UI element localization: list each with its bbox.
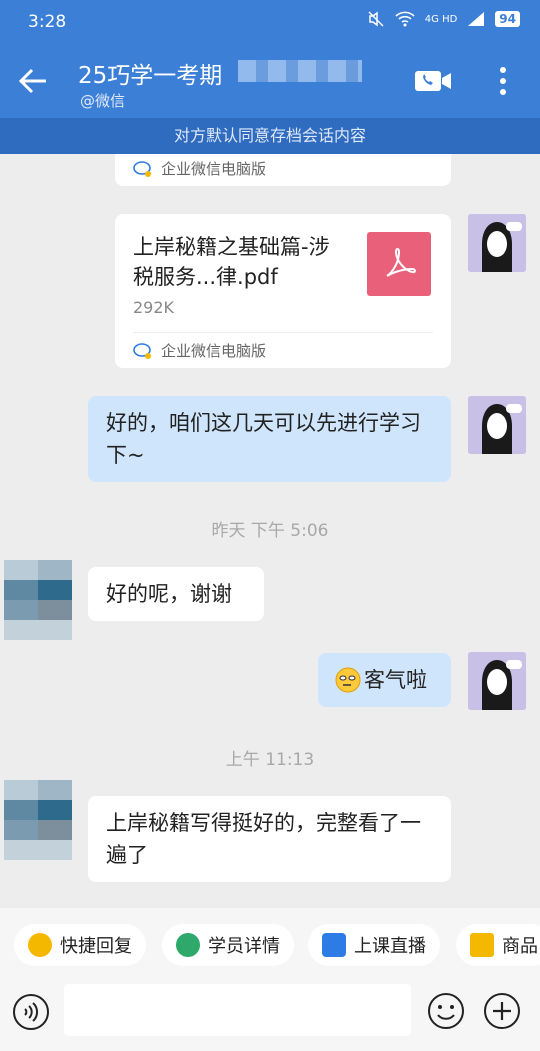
student-details-label: 学员详情 bbox=[208, 936, 280, 957]
wecom-icon bbox=[133, 160, 151, 177]
voice-input-icon[interactable] bbox=[12, 993, 50, 1031]
file-message[interactable]: 上岸秘籍之基础篇-涉税服务...律.pdf 292K 企业微信电脑版 bbox=[115, 214, 451, 368]
quick-reply-label: 快捷回复 bbox=[60, 936, 132, 957]
timestamp: 昨天 下午 5:06 bbox=[211, 521, 329, 541]
status-time: 3:28 bbox=[28, 12, 67, 32]
contact-avatar[interactable] bbox=[4, 560, 72, 640]
my-message[interactable]: 客气啦 bbox=[318, 653, 451, 707]
network-indicator: 4G HD bbox=[424, 13, 458, 25]
message-input[interactable] bbox=[64, 984, 411, 1036]
chat-subtitle: @微信 bbox=[80, 92, 126, 110]
video-call-icon[interactable] bbox=[414, 68, 452, 94]
message-text: 上岸秘籍写得挺好的，完整看了一遍了 bbox=[106, 811, 421, 867]
title-redaction bbox=[238, 60, 362, 82]
file-size: 292K bbox=[133, 298, 175, 317]
battery-indicator: 94 bbox=[495, 11, 520, 27]
chat-title: 25巧学一考期 bbox=[78, 63, 223, 89]
archive-notice: 对方默认同意存档会话内容 bbox=[0, 118, 540, 154]
mute-icon bbox=[368, 11, 384, 27]
status-bar: 3:28 4G HD 94 bbox=[0, 0, 540, 44]
contact-message[interactable]: 好的呢，谢谢 bbox=[88, 567, 264, 621]
quick-action-bar: 快捷回复 学员详情 上课直播 商品 bbox=[0, 908, 540, 984]
my-avatar[interactable] bbox=[468, 214, 526, 272]
wecom-icon bbox=[133, 342, 151, 359]
wifi-icon bbox=[395, 11, 415, 27]
contact-message[interactable]: 上岸秘籍写得挺好的，完整看了一遍了 bbox=[88, 796, 451, 882]
message-text: 好的呢，谢谢 bbox=[106, 582, 232, 606]
my-avatar[interactable] bbox=[468, 652, 526, 710]
student-details-button[interactable]: 学员详情 bbox=[162, 924, 294, 966]
chat-header: 25巧学一考期 @微信 bbox=[0, 44, 540, 118]
card-source-label: 企业微信电脑版 bbox=[161, 160, 267, 178]
plus-icon[interactable] bbox=[482, 991, 522, 1031]
message-text: 好的，咱们这几天可以先进行学习下~ bbox=[106, 411, 421, 467]
back-arrow-icon[interactable] bbox=[16, 64, 50, 98]
live-icon bbox=[322, 933, 346, 957]
product-icon bbox=[470, 933, 494, 957]
products-label: 商品 bbox=[502, 936, 538, 957]
card-source-label: 企业微信电脑版 bbox=[161, 342, 267, 360]
file-name: 上岸秘籍之基础篇-涉税服务...律.pdf bbox=[133, 235, 330, 289]
emoji-thinking-icon bbox=[335, 667, 361, 693]
signal-icon bbox=[468, 12, 485, 26]
emoji-icon[interactable] bbox=[426, 991, 466, 1031]
my-message[interactable]: 好的，咱们这几天可以先进行学习下~ bbox=[88, 396, 451, 482]
my-avatar[interactable] bbox=[468, 396, 526, 454]
pdf-icon bbox=[367, 232, 431, 296]
input-bar bbox=[0, 984, 540, 1051]
live-class-button[interactable]: 上课直播 bbox=[308, 924, 440, 966]
live-class-label: 上课直播 bbox=[354, 936, 426, 957]
message-text: 客气啦 bbox=[364, 668, 427, 692]
products-button[interactable]: 商品 bbox=[456, 924, 540, 966]
student-icon bbox=[176, 933, 200, 957]
message-card-partial[interactable]: 企业微信电脑版 bbox=[115, 154, 451, 186]
quick-reply-icon bbox=[28, 933, 52, 957]
timestamp: 上午 11:13 bbox=[225, 750, 315, 770]
more-options-icon[interactable] bbox=[488, 64, 518, 98]
quick-reply-button[interactable]: 快捷回复 bbox=[14, 924, 146, 966]
contact-avatar[interactable] bbox=[4, 780, 72, 860]
